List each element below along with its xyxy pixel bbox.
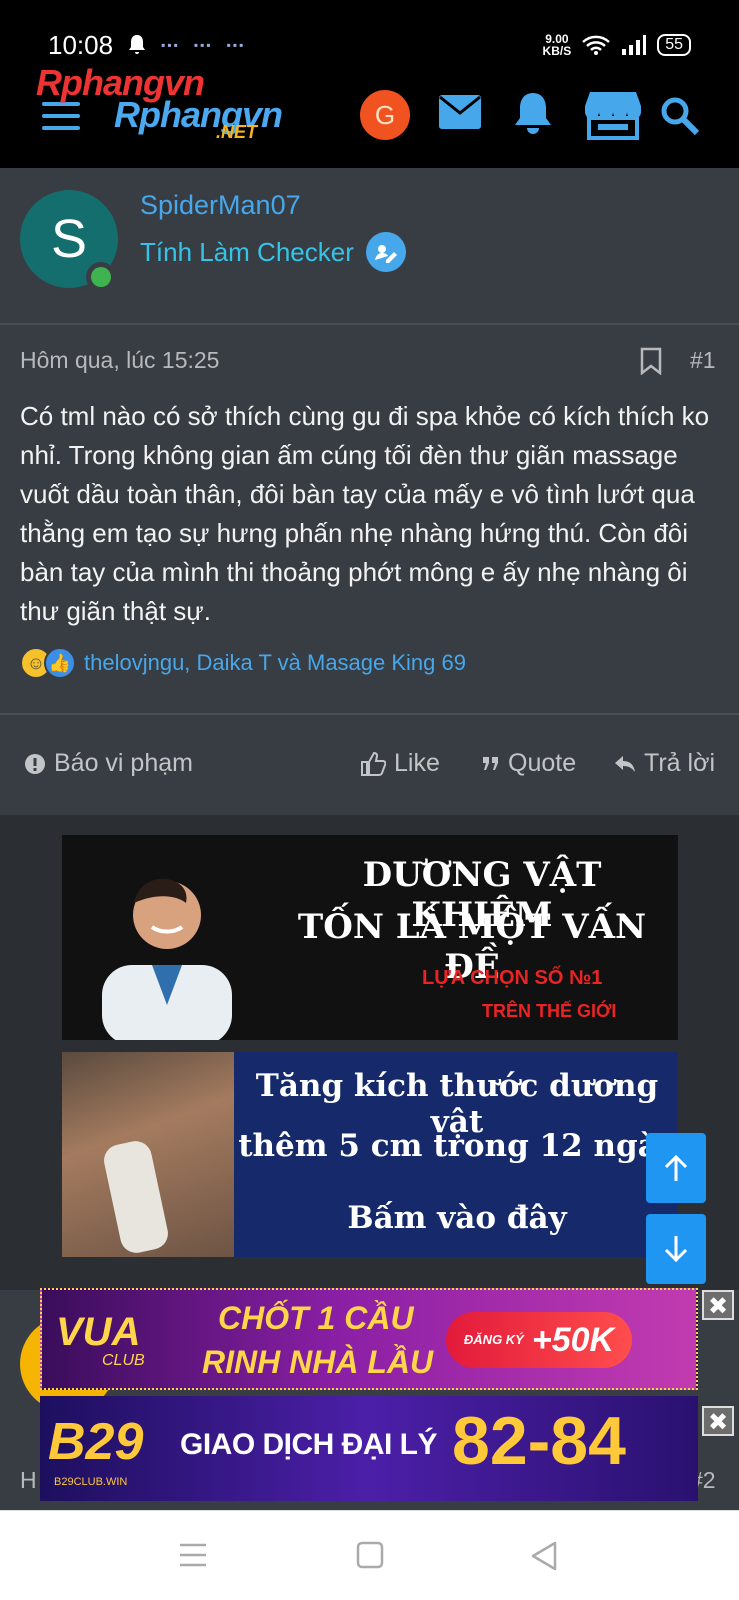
- online-status-icon: [86, 262, 116, 292]
- bookmark-icon[interactable]: [640, 347, 662, 375]
- bell-icon[interactable]: [513, 90, 553, 136]
- signal-icon: [622, 35, 647, 55]
- banner2-logo: B29: [48, 1413, 144, 1471]
- post-actions: Báo vi phạm Like Quote Trả lời: [0, 715, 739, 815]
- post-number[interactable]: #1: [690, 347, 716, 374]
- notification-bell-status-icon: [129, 35, 146, 54]
- banner1-logo: VUA: [56, 1310, 141, 1354]
- store-icon[interactable]: [584, 90, 642, 140]
- post: Hôm qua, lúc 15:25 #1 Có tml nào có sở t…: [0, 325, 739, 715]
- report-label: Báo vi phạm: [54, 749, 193, 777]
- reply-label: Trả lời: [644, 749, 716, 777]
- reply-button[interactable]: Trả lời: [614, 749, 715, 778]
- next-post-timestamp[interactable]: H: [20, 1467, 37, 1494]
- banner2-rate: 82-84: [452, 1403, 626, 1479]
- banner1-signup-pill: ĐĂNG KÝ +50K: [446, 1312, 632, 1368]
- status-bar: 10:08 ▪▪▪ ▪▪▪ ▪▪▪ 9.00 KB/S 55: [48, 30, 691, 60]
- recent-apps-icon[interactable]: [178, 1541, 208, 1569]
- notification-dots-icon-3: ▪▪▪: [226, 38, 246, 52]
- site-logo[interactable]: Rphangvn Rphangvn .NET: [36, 60, 326, 148]
- quote-icon: [483, 756, 498, 770]
- banner1-line-2: RINH NHÀ LẦU: [202, 1344, 434, 1380]
- reacted-by-list[interactable]: thelovjngu, Daika T và Masage King 69: [84, 650, 466, 676]
- like-label: Like: [394, 749, 440, 777]
- like-button[interactable]: Like: [360, 749, 440, 778]
- status-time: 10:08: [48, 29, 114, 60]
- sticky-banner-2[interactable]: B29 B29CLUB.WIN GIAO DỊCH ĐẠI LÝ 82-84: [40, 1396, 698, 1501]
- author-title: Tính Làm Checker: [140, 236, 354, 267]
- ad-banner-2[interactable]: Tăng kích thước dương vật thêm 5 cm tron…: [62, 1052, 678, 1257]
- envelope-icon[interactable]: [438, 94, 482, 130]
- ad-area: DƯƠNG VẬT KHIÊM TỐN LÀ MỘT VẤN ĐỀ LỰA CH…: [0, 815, 739, 1290]
- arrow-up-icon: [664, 1154, 688, 1181]
- post-body: Có tml nào có sở thích cùng gu đi spa kh…: [20, 401, 710, 626]
- banner2-line-1: GIAO DỊCH ĐẠI LÝ: [180, 1428, 438, 1461]
- site-header: Rphangvn Rphangvn .NET G: [0, 60, 739, 168]
- ad2-line-2: thêm 5 cm trong 12 ngày: [238, 1128, 676, 1164]
- notification-dots-icon-2: ▪▪▪: [193, 38, 213, 52]
- ad2-line-3: Bấm vào đây: [347, 1200, 567, 1236]
- close-banner-1-button[interactable]: ✖: [702, 1290, 734, 1320]
- reply-icon: [615, 755, 635, 772]
- logo-suffix: .NET: [216, 122, 258, 142]
- notification-dots-icon: ▪▪▪: [161, 38, 180, 52]
- network-speed-unit: KB/S: [542, 44, 572, 58]
- account-avatar[interactable]: G: [360, 90, 410, 140]
- reactions-row[interactable]: ☺ 👍 thelovjngu, Daika T và Masage King 6…: [20, 647, 466, 679]
- ad-banner-1[interactable]: DƯƠNG VẬT KHIÊM TỐN LÀ MỘT VẤN ĐỀ LỰA CH…: [62, 835, 678, 1040]
- android-nav-bar: [0, 1510, 739, 1600]
- top-bar: 10:08 ▪▪▪ ▪▪▪ ▪▪▪ 9.00 KB/S 55 Rphangvn …: [0, 0, 739, 168]
- ad1-line-4: TRÊN THẾ GIỚI: [482, 1001, 617, 1021]
- report-button[interactable]: Báo vi phạm: [24, 749, 193, 778]
- post-author: S SpiderMan07 Tính Làm Checker: [0, 168, 739, 325]
- banner1-pill-small: ĐĂNG KÝ: [463, 1332, 524, 1347]
- banner1-line-1: CHỐT 1 CẦU: [218, 1300, 414, 1336]
- sticky-banner-1[interactable]: VUA CLUB CHỐT 1 CẦU RINH NHÀ LẦU ĐĂNG KÝ…: [40, 1288, 698, 1390]
- wifi-icon: [582, 35, 611, 55]
- author-title-row: Tính Làm Checker: [140, 232, 406, 272]
- scroll-down-button[interactable]: [646, 1214, 706, 1284]
- post-timestamp[interactable]: Hôm qua, lúc 15:25: [20, 347, 219, 374]
- home-icon[interactable]: [356, 1541, 384, 1569]
- back-icon[interactable]: [530, 1541, 558, 1571]
- quote-label: Quote: [508, 749, 577, 777]
- scroll-up-button[interactable]: [646, 1133, 706, 1203]
- thumbs-up-icon: [361, 751, 386, 776]
- banner1-club: CLUB: [102, 1352, 145, 1369]
- banner2-sub: B29CLUB.WIN: [54, 1476, 128, 1488]
- like-reaction-icon: 👍: [44, 647, 76, 679]
- author-name[interactable]: SpiderMan07: [140, 190, 301, 221]
- search-icon[interactable]: [660, 96, 700, 136]
- close-banner-2-button[interactable]: ✖: [702, 1406, 734, 1436]
- arrow-down-icon: [664, 1236, 688, 1263]
- ad2-photo: [62, 1052, 234, 1257]
- battery-indicator: 55: [657, 34, 691, 56]
- quote-button[interactable]: Quote: [482, 749, 576, 778]
- network-speed: 9.00 KB/S: [543, 33, 572, 57]
- banner1-pill-amount: +50K: [531, 1320, 615, 1359]
- ad1-line-3: LỰA CHỌN SỐ №1: [422, 967, 603, 989]
- doctor-image: [102, 878, 232, 1040]
- verified-badge-icon: [365, 232, 406, 272]
- alert-icon: [25, 753, 45, 774]
